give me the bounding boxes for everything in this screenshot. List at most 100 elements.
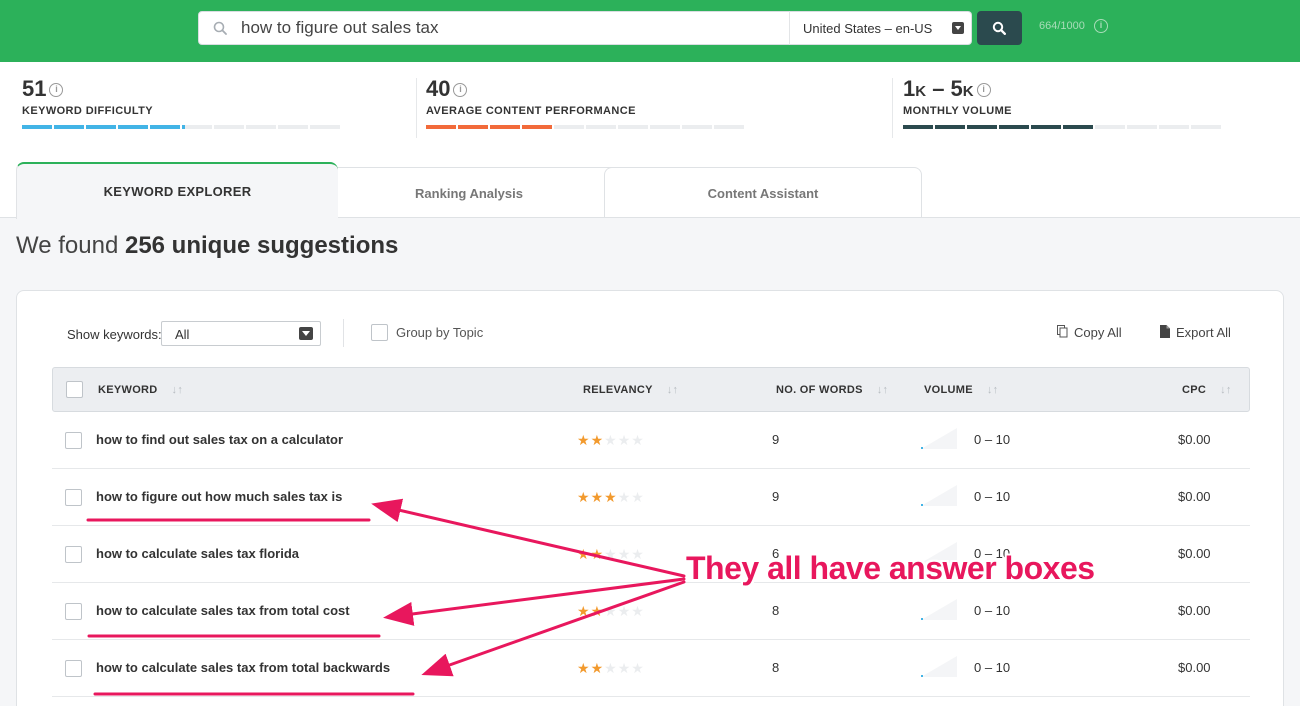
tab-ranking-analysis[interactable]: Ranking Analysis [310,167,628,217]
bar-segment [1127,125,1157,129]
star-icon: ★ [617,660,632,676]
sort-icon: ↓↑ [876,384,889,396]
search-button[interactable] [977,11,1022,45]
star-icon: ★ [631,660,645,676]
show-keywords-select[interactable]: All [161,321,321,346]
bar-segment [999,125,1029,129]
metrics-strip: 51 i KEYWORD DIFFICULTY 40 i AVERAGE CONTE… [0,62,1300,158]
volume-cell: 0 – 10 [974,432,1011,447]
metric-content-performance: 40 i AVERAGE CONTENT PERFORMANCE [426,76,744,129]
tab-content-assistant[interactable]: Content Assistant [604,167,922,217]
volume-sparkline [921,599,957,620]
bar-segment [426,125,456,129]
words-cell: 9 [772,432,780,447]
metric-value: 1K – 5K [903,76,974,101]
row-checkbox[interactable] [65,489,82,506]
star-icon: ★ [590,432,605,448]
star-icon: ★ [590,660,605,676]
star-icon: ★ [590,603,605,619]
table-row[interactable]: how to find out sales tax on a calculato… [52,412,1250,469]
info-icon[interactable]: i [976,83,991,97]
sort-icon: ↓↑ [986,384,999,396]
star-icon: ★ [604,546,618,562]
bar-segment [935,125,965,129]
sort-icon: ↓↑ [171,384,184,396]
bar-segment [522,125,552,129]
col-relevancy[interactable]: RELEVANCY ↓↑ [583,384,678,396]
star-icon: ★ [577,603,591,619]
cpc-cell: $0.00 [1178,432,1211,447]
show-keywords-label: Show keywords: [67,327,162,342]
row-checkbox[interactable] [65,603,82,620]
tab-keyword-explorer[interactable]: KEYWORD EXPLORER [16,162,338,219]
keyword-cell[interactable]: how to figure out how much sales tax is [96,489,342,504]
info-icon[interactable]: i [453,83,468,97]
keyword-cell[interactable]: how to calculate sales tax from total co… [96,603,350,618]
table-row[interactable]: how to calculate sales tax from total ba… [52,640,1250,697]
words-cell: 9 [772,489,780,504]
bar-segment [278,125,308,129]
group-by-topic-checkbox[interactable] [371,324,388,341]
bar-segment [118,125,148,129]
relevancy-stars: ★★★★★ [577,489,645,506]
bar-segment [1031,125,1061,129]
volume-sparkline [921,428,957,449]
top-bar: United States – en-US 664/1000 i [0,0,1300,62]
volume-sparkline [921,485,957,506]
bar-segment [458,125,488,129]
search-icon [992,21,1006,35]
row-checkbox[interactable] [65,546,82,563]
relevancy-stars: ★★★★★ [577,432,645,449]
select-all-checkbox[interactable] [66,381,83,398]
keyword-cell[interactable]: how to calculate sales tax florida [96,546,299,561]
cpc-cell: $0.00 [1178,660,1211,675]
bar-segment [490,125,520,129]
copy-all-button[interactable]: Copy All [1057,325,1122,340]
col-cpc[interactable]: CPC ↓↑ [1182,384,1232,396]
cpc-cell: $0.00 [1178,546,1211,561]
annotation-text: They all have answer boxes [686,550,1095,586]
star-icon: ★ [577,660,591,676]
bar-segment [682,125,712,129]
star-icon: ★ [617,546,632,562]
star-icon: ★ [604,603,618,619]
col-volume[interactable]: VOLUME ↓↑ [924,384,998,396]
metric-label: KEYWORD DIFFICULTY [22,105,154,117]
bar-segment [214,125,244,129]
info-icon[interactable]: i [49,83,64,97]
locale-select[interactable]: United States – en-US [789,11,972,45]
row-checkbox[interactable] [65,660,82,677]
star-icon: ★ [604,660,618,676]
keyword-cell[interactable]: how to calculate sales tax from total ba… [96,660,390,675]
tab-bar: Ranking Analysis Content Assistant KEYWO… [0,158,1300,219]
col-words[interactable]: NO. OF WORDS ↓↑ [776,384,888,396]
volume-cell: 0 – 10 [974,489,1011,504]
info-icon[interactable]: i [1094,19,1108,33]
relevancy-stars: ★★★★★ [577,546,645,563]
metric-label: MONTHLY VOLUME [903,105,1012,117]
group-by-topic-label: Group by Topic [396,325,484,340]
star-icon: ★ [590,489,605,505]
star-icon: ★ [631,489,645,505]
bar-segment [714,125,744,129]
export-all-button[interactable]: Export All [1160,325,1231,340]
metric-bar [903,125,1221,129]
star-icon: ★ [617,489,632,505]
file-icon [1160,325,1170,338]
row-checkbox[interactable] [65,432,82,449]
star-icon: ★ [631,546,645,562]
cpc-cell: $0.00 [1178,603,1211,618]
words-cell: 8 [772,660,780,675]
table-row[interactable]: how to figure out how much sales tax is ★… [52,469,1250,526]
search-input[interactable] [241,12,771,44]
col-keyword[interactable]: KEYWORD ↓↑ [98,384,183,396]
star-icon: ★ [631,432,645,448]
table-row[interactable]: how to calculate sales tax from total co… [52,583,1250,640]
bar-segment [967,125,997,129]
volume-cell: 0 – 10 [974,660,1011,675]
bar-segment [182,125,212,129]
table-header: KEYWORD ↓↑ RELEVANCY ↓↑ NO. OF WORDS ↓↑ VOL… [52,367,1250,412]
bar-segment [54,125,84,129]
search-box[interactable] [198,11,790,45]
keyword-cell[interactable]: how to find out sales tax on a calculato… [96,432,343,447]
